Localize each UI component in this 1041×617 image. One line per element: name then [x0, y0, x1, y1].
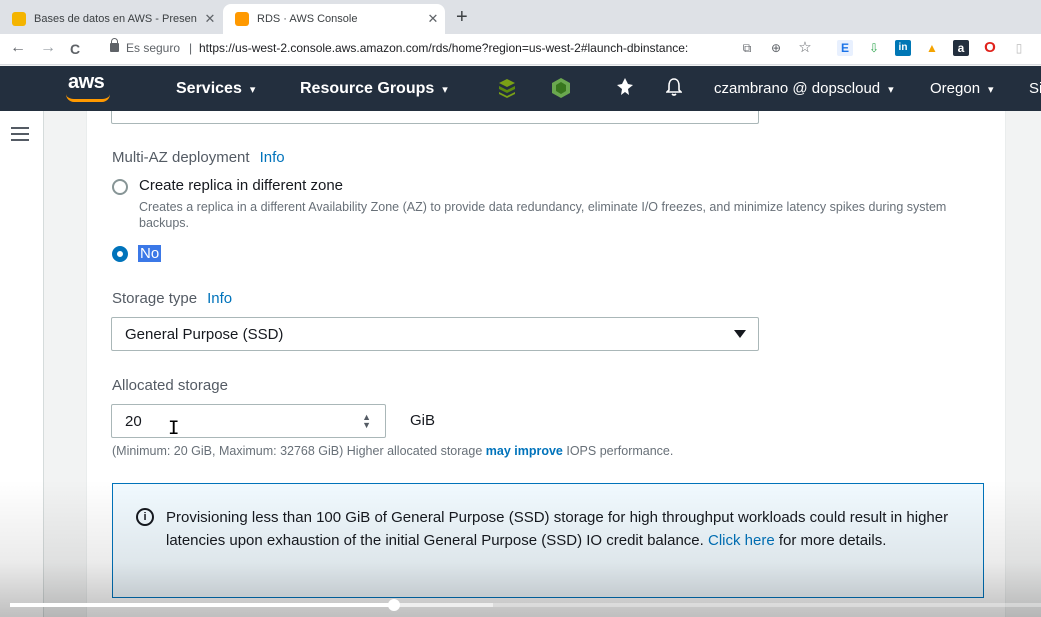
extension-download-icon[interactable]: ⇩ [866, 40, 882, 56]
tab-title: Bases de datos en AWS - Presen [34, 13, 197, 25]
back-arrow-icon[interactable]: ← [10, 39, 26, 57]
star-icon[interactable]: ☆ [797, 40, 813, 56]
url-separator: | [189, 41, 193, 55]
translate-icon[interactable]: ⧉ [739, 40, 755, 56]
hamburger-menu-icon[interactable] [11, 127, 29, 141]
service-shortcut-icon[interactable] [552, 78, 570, 103]
may-improve-link[interactable]: may improve [486, 444, 563, 458]
chevron-down-icon: ▾ [442, 84, 448, 96]
aws-console-header: aws Services ▾ Resource Groups ▾ czambrano… [0, 66, 1041, 111]
browser-tab-bar: Bases de datos en AWS - Presen ✕ RDS · A… [0, 0, 1041, 34]
option-no-label[interactable]: No [138, 245, 162, 262]
browser-tab-presentation[interactable]: Bases de datos en AWS - Presen ✕ [0, 4, 222, 34]
extension-triangle-icon[interactable]: ▲ [924, 40, 940, 56]
video-played-bar [10, 603, 394, 607]
amazon-assistant-icon[interactable]: a [953, 40, 969, 56]
service-shortcut-icon[interactable] [498, 78, 516, 103]
aws-favicon-icon [235, 12, 249, 26]
storage-type-value: General Purpose (SSD) [125, 326, 284, 343]
secure-label: Es seguro [126, 41, 181, 55]
tab-title: RDS · AWS Console [257, 13, 358, 25]
radio-no[interactable] [112, 246, 128, 262]
browser-tab-rds-console[interactable]: RDS · AWS Console ✕ [223, 4, 445, 34]
bell-icon[interactable] [665, 78, 683, 101]
allocated-storage-value: 20 [125, 413, 142, 430]
allocated-storage-hint: (Minimum: 20 GiB, Maximum: 32768 GiB) Hi… [112, 444, 674, 458]
tab-close-icon[interactable]: ✕ [421, 11, 445, 27]
address-bar-row: ← → C Es seguro | https://us-west-2.cons… [0, 34, 1041, 65]
previous-field-box[interactable] [111, 111, 759, 124]
forward-arrow-icon[interactable]: → [40, 39, 56, 57]
multi-az-label: Multi-AZ deployment Info [112, 149, 285, 166]
click-here-link[interactable]: Click here [708, 532, 775, 549]
left-navigation-rail [0, 111, 44, 617]
storage-unit-label: GiB [410, 412, 436, 429]
extension-e-icon[interactable]: E [837, 40, 853, 56]
video-scrubber-knob[interactable] [387, 599, 400, 611]
storage-info-alert: i Provisioning less than 100 GiB of Gene… [112, 483, 984, 598]
option-create-replica-description: Creates a replica in a different Availab… [139, 200, 947, 230]
storage-type-info-link[interactable]: Info [207, 290, 232, 307]
allocated-storage-input[interactable]: 20 ▲ ▼ [111, 404, 386, 438]
zoom-icon[interactable]: ⊕ [768, 40, 784, 56]
lock-icon [110, 38, 119, 52]
chevron-down-icon: ▾ [988, 84, 994, 96]
chevron-down-icon: ▾ [249, 84, 256, 96]
allocated-storage-label: Allocated storage [112, 377, 228, 394]
pin-icon[interactable] [617, 78, 633, 101]
pdf-icon[interactable]: ▯ [1011, 40, 1027, 56]
slides-favicon-icon [12, 12, 26, 26]
opera-icon[interactable]: O [982, 40, 998, 56]
url-field[interactable]: https://us-west-2.console.aws.amazon.com… [199, 41, 729, 55]
storage-type-label: Storage type Info [112, 290, 233, 307]
support-menu[interactable]: Si [1029, 80, 1041, 97]
linkedin-icon[interactable]: in [895, 40, 911, 56]
resource-groups-menu[interactable]: Resource Groups ▾ [300, 80, 448, 98]
region-menu[interactable]: Oregon ▾ [930, 80, 994, 97]
aws-logo[interactable]: aws [68, 71, 105, 94]
new-tab-icon[interactable]: + [456, 6, 468, 29]
storage-type-select[interactable]: General Purpose (SSD) [111, 317, 759, 351]
services-menu[interactable]: Services ▾ [176, 80, 255, 98]
info-circle-icon: i [136, 508, 154, 526]
chevron-down-icon: ▾ [888, 84, 894, 96]
account-menu[interactable]: czambrano @ dopscloud ▾ [714, 80, 894, 97]
option-create-replica-label[interactable]: Create replica in different zone [139, 177, 343, 194]
alert-text: Provisioning less than 100 GiB of Genera… [166, 509, 949, 549]
tab-close-icon[interactable]: ✕ [198, 11, 222, 27]
radio-create-replica[interactable] [112, 179, 128, 195]
reload-icon[interactable]: C [70, 41, 80, 57]
dropdown-arrow-icon [734, 330, 746, 338]
text-cursor-icon: I [168, 417, 180, 439]
video-progress-bar[interactable] [10, 599, 1041, 611]
multi-az-info-link[interactable]: Info [260, 149, 285, 166]
aws-smile-logo-icon [66, 94, 110, 102]
number-spinner-icon[interactable]: ▲ ▼ [362, 413, 371, 430]
